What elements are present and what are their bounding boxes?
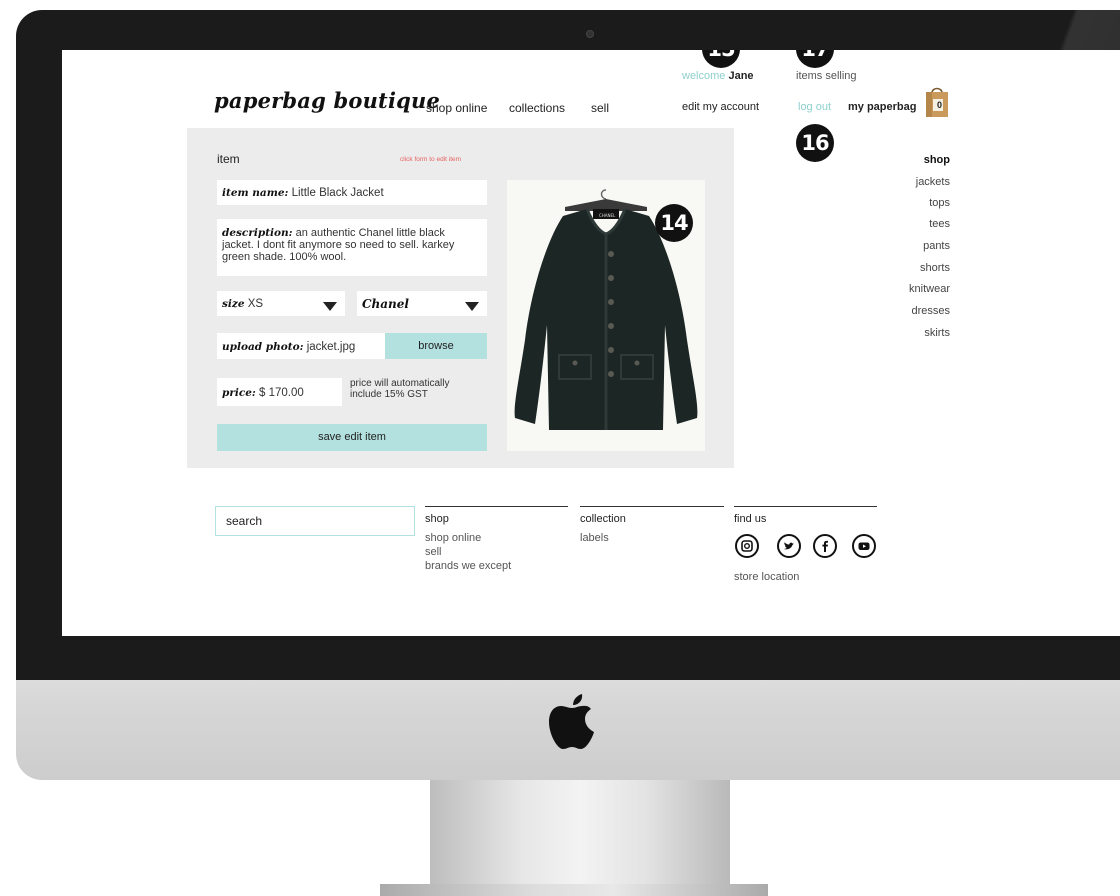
footer-link-brands[interactable]: brands we except	[425, 559, 568, 573]
sidebar-heading-shop[interactable]: shop	[924, 154, 950, 166]
upload-label: upload photo:	[222, 341, 304, 353]
size-value: XS	[247, 298, 264, 310]
footer-link-store-location[interactable]: store location	[734, 570, 799, 584]
brand-value: Chanel	[362, 297, 409, 311]
callout-marker-14: 14	[655, 204, 693, 242]
browse-button[interactable]: browse	[385, 333, 487, 359]
nav-sell[interactable]: sell	[591, 101, 609, 115]
edit-account-link[interactable]: edit my account	[682, 101, 759, 113]
brand-chevron-down-icon	[465, 302, 479, 311]
log-out-link[interactable]: log out	[798, 101, 831, 113]
footer-link-sell[interactable]: sell	[425, 545, 568, 559]
footer-find-us-heading: find us	[734, 513, 767, 525]
size-label: size	[222, 298, 245, 310]
monitor-bottom-bezel	[16, 636, 1120, 680]
footer-link-shop-online[interactable]: shop online	[425, 531, 568, 545]
upload-value: jacket.jpg	[306, 341, 356, 353]
facebook-icon[interactable]	[813, 534, 837, 558]
sidebar-item-tops[interactable]: tops	[929, 197, 950, 209]
screen: paperbag boutique shop online collection…	[62, 50, 1120, 636]
sidebar-item-pants[interactable]: pants	[923, 240, 950, 252]
footer-shop-heading: shop	[425, 513, 449, 525]
footer-collection-heading: collection	[580, 513, 626, 525]
youtube-icon[interactable]	[852, 534, 876, 558]
jacket-tag-text: CHANEL	[599, 213, 616, 218]
shopping-bag-icon[interactable]: 0	[924, 84, 950, 118]
description-label: description:	[222, 227, 293, 239]
sidebar-item-knitwear[interactable]: knitwear	[909, 283, 950, 295]
welcome-user: Jane	[728, 70, 754, 82]
item-name-value: Little Black Jacket	[291, 187, 384, 199]
description-field[interactable]: description: an authentic Chanel little …	[217, 219, 487, 276]
sidebar-item-shorts[interactable]: shorts	[920, 262, 950, 274]
price-field[interactable]: price: $ 170.00	[217, 378, 342, 406]
sidebar-item-tees[interactable]: tees	[929, 218, 950, 230]
price-label: price:	[222, 387, 256, 399]
search-input[interactable]: search	[215, 506, 415, 536]
monitor-foot	[380, 884, 768, 896]
edit-hint: click form to edit item	[400, 156, 462, 163]
apple-logo-icon	[549, 694, 594, 749]
camera-icon	[586, 30, 594, 38]
footer-link-labels[interactable]: labels	[580, 531, 724, 545]
upload-photo-field[interactable]: upload photo: jacket.jpg	[217, 333, 385, 359]
footer-collection-column: collection labels	[580, 506, 724, 545]
sidebar-item-jackets[interactable]: jackets	[916, 176, 950, 188]
callout-marker-17: 17	[796, 50, 834, 68]
footer-shop-column: shop shop online sell brands we except	[425, 506, 568, 573]
size-chevron-down-icon	[323, 302, 337, 311]
instagram-icon[interactable]	[735, 534, 759, 558]
sidebar-item-skirts[interactable]: skirts	[924, 327, 950, 339]
callout-marker-16: 16	[796, 124, 834, 162]
sidebar-item-dresses[interactable]: dresses	[911, 305, 950, 317]
nav-collections[interactable]: collections	[509, 101, 565, 115]
items-selling-link[interactable]: items selling	[796, 70, 857, 82]
size-select[interactable]: size XS	[217, 291, 345, 316]
item-name-field[interactable]: item name: Little Black Jacket	[217, 180, 487, 205]
my-paperbag-link[interactable]: my paperbag	[848, 101, 916, 113]
price-value: $ 170.00	[259, 387, 304, 399]
nav-shop-online[interactable]: shop online	[426, 101, 487, 115]
edit-item-panel: item click form to edit item item name: …	[187, 128, 734, 468]
callout-marker-15: 15	[702, 50, 740, 68]
price-note: price will automatically include 15% GST	[350, 378, 450, 400]
panel-title: item	[217, 152, 240, 166]
welcome-text: welcome Jane	[682, 70, 754, 82]
save-edit-item-button[interactable]: save edit item	[217, 424, 487, 451]
footer-find-us-column: find us	[734, 506, 877, 525]
site-logo[interactable]: paperbag boutique	[214, 88, 440, 113]
monitor-stand	[430, 780, 730, 896]
bag-count: 0	[937, 100, 943, 110]
brand-select[interactable]: Chanel	[357, 291, 487, 316]
twitter-icon[interactable]	[777, 534, 801, 558]
welcome-prefix: welcome	[682, 70, 726, 82]
item-name-label: item name:	[222, 187, 289, 199]
